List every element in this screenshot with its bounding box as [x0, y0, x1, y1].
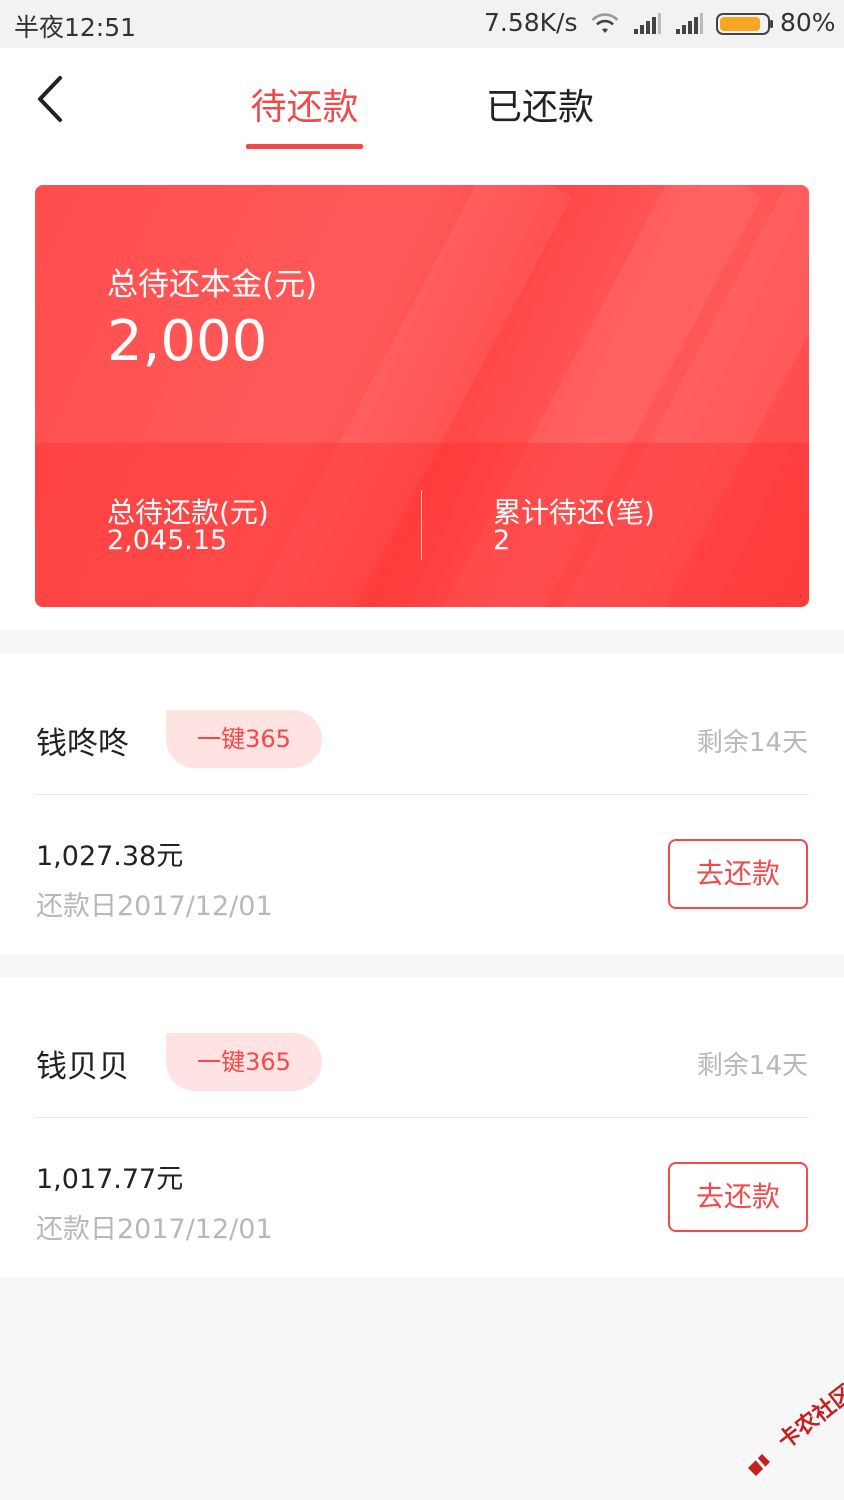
loan-amount: 1,017.77元	[36, 1164, 184, 1195]
pending-count-label: 累计待还(笔)	[493, 496, 655, 529]
summary-card: 总待还本金(元) 2,000 总待还款(元) 2,045.15 累计待还(笔) …	[35, 185, 809, 607]
signal-icon	[676, 13, 703, 34]
tab-pending-repayment[interactable]: 待还款	[246, 78, 363, 138]
loan-due-date: 还款日2017/12/01	[36, 891, 273, 922]
status-time: 半夜12:51	[14, 13, 137, 42]
summary-section: 总待还本金(元) 2,000 总待还款(元) 2,045.15 累计待还(笔) …	[0, 154, 844, 630]
loan-tag: 一键365	[166, 710, 322, 768]
signal-icon	[634, 13, 661, 34]
loan-due-date: 还款日2017/12/01	[36, 1214, 273, 1245]
loan-tag: 一键365	[166, 1033, 322, 1091]
loan-amount: 1,027.38元	[36, 841, 184, 872]
principal-value: 2,000	[107, 309, 268, 374]
network-speed: 7.58K/s	[484, 8, 578, 37]
tab-repaid[interactable]: 已还款	[480, 78, 600, 138]
pending-count-value: 2	[493, 525, 511, 556]
chevron-left-icon[interactable]	[34, 74, 66, 124]
principal-label: 总待还本金(元)	[107, 267, 318, 303]
battery-icon	[716, 13, 773, 35]
divider	[35, 794, 809, 795]
loan-remaining-days: 剩余14天	[696, 1051, 808, 1081]
loan-item: 钱咚咚 一键365 剩余14天 1,027.38元 还款日2017/12/01 …	[0, 654, 844, 954]
divider	[35, 1117, 809, 1118]
active-tab-indicator	[246, 144, 363, 149]
total-due-value: 2,045.15	[107, 525, 228, 556]
wifi-icon	[591, 13, 619, 33]
loan-remaining-days: 剩余14天	[696, 728, 808, 758]
battery-percentage: 80%	[780, 8, 836, 37]
repay-button[interactable]: 去还款	[668, 839, 808, 909]
loan-item: 钱贝贝 一键365 剩余14天 1,017.77元 还款日2017/12/01 …	[0, 977, 844, 1277]
nav-bar: 待还款 已还款	[0, 48, 844, 154]
loan-name: 钱咚咚	[36, 726, 129, 762]
repay-button[interactable]: 去还款	[668, 1162, 808, 1232]
card-divider	[421, 490, 422, 560]
loan-name: 钱贝贝	[36, 1049, 129, 1085]
status-bar: 半夜12:51 7.58K/s 80%	[0, 0, 844, 48]
